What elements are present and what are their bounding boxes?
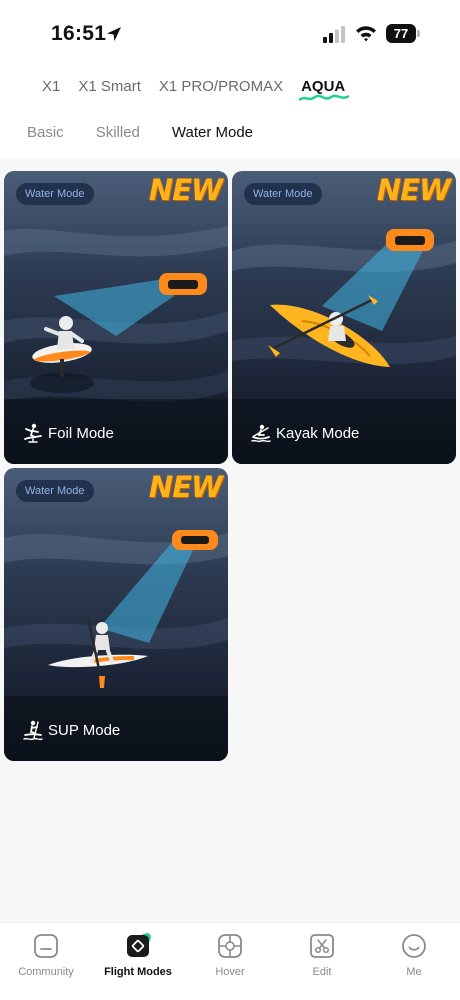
wifi-icon: [356, 26, 376, 42]
foil-surfer-icon: [24, 423, 42, 443]
mode-card-foil[interactable]: Water Mode NEW Foil Mode: [4, 171, 228, 464]
new-tag: NEW: [148, 470, 223, 504]
nav-edit[interactable]: Edit: [276, 933, 368, 978]
flight-modes-icon: [127, 933, 151, 957]
tab-x1-pro-promax[interactable]: X1 PRO/PROMAX: [159, 78, 283, 100]
foil-mode-illustration: [4, 226, 228, 464]
mode-card-kayak[interactable]: Water Mode NEW Kayak Mode: [232, 171, 456, 464]
nav-me-label: Me: [406, 966, 422, 978]
kayak-mode-illustration: [232, 229, 456, 464]
bottom-navigation: Community Flight Modes Hover Edit Me: [0, 922, 460, 1000]
community-icon: [34, 934, 58, 958]
me-icon: [402, 934, 426, 958]
card-footer: Foil Mode: [22, 422, 114, 444]
water-mode-badge: Water Mode: [16, 480, 94, 502]
location-arrow-icon: [107, 27, 121, 41]
tab-aqua[interactable]: AQUA: [299, 78, 350, 102]
card-title: Foil Mode: [48, 424, 114, 442]
paddleboard-icon: [23, 720, 43, 741]
new-tag: NEW: [148, 173, 223, 207]
card-footer: Kayak Mode: [250, 422, 359, 444]
nav-flight-modes-label: Flight Modes: [104, 966, 172, 978]
drone: [159, 273, 207, 295]
water-mode-badge: Water Mode: [16, 183, 94, 205]
nav-community[interactable]: Community: [0, 933, 92, 978]
mode-card-sup[interactable]: Water Mode NEW SUP Mode: [4, 468, 228, 761]
edit-icon: [310, 934, 334, 958]
product-tabs: X1 X1 Smart X1 PRO/PROMAX AQUA: [42, 78, 350, 102]
nav-me[interactable]: Me: [368, 933, 460, 978]
new-tag: NEW: [376, 173, 451, 207]
status-time: 16:51: [51, 22, 107, 45]
nav-hover[interactable]: Hover: [184, 933, 276, 978]
battery-indicator: 77: [386, 24, 420, 43]
tab-x1[interactable]: X1: [42, 78, 60, 100]
kayak-icon: [251, 424, 271, 443]
mode-tabs: Basic Skilled Water Mode: [27, 124, 253, 141]
nav-hover-label: Hover: [215, 966, 245, 978]
hover-icon: [218, 934, 242, 958]
tab-x1-smart[interactable]: X1 Smart: [78, 78, 141, 100]
card-footer: SUP Mode: [22, 719, 120, 741]
active-tab-underline: [299, 94, 350, 102]
drone: [386, 229, 434, 251]
nav-edit-label: Edit: [312, 966, 332, 978]
water-mode-badge: Water Mode: [244, 183, 322, 205]
battery-level: 77: [393, 26, 409, 41]
tab-aqua-label: AQUA: [301, 78, 346, 95]
nav-flight-modes[interactable]: Flight Modes: [92, 933, 184, 978]
status-bar: 16:51 77: [0, 0, 460, 66]
tab-basic[interactable]: Basic: [27, 124, 64, 141]
battery-cap: [417, 30, 420, 37]
nav-community-label: Community: [18, 966, 74, 978]
sup-mode-illustration: [4, 530, 228, 761]
tab-water-mode[interactable]: Water Mode: [172, 124, 253, 141]
cellular-signal-icon: [323, 26, 345, 43]
card-title: SUP Mode: [48, 721, 121, 739]
card-title: Kayak Mode: [276, 424, 360, 442]
drone: [172, 530, 218, 550]
tab-skilled[interactable]: Skilled: [96, 124, 140, 141]
